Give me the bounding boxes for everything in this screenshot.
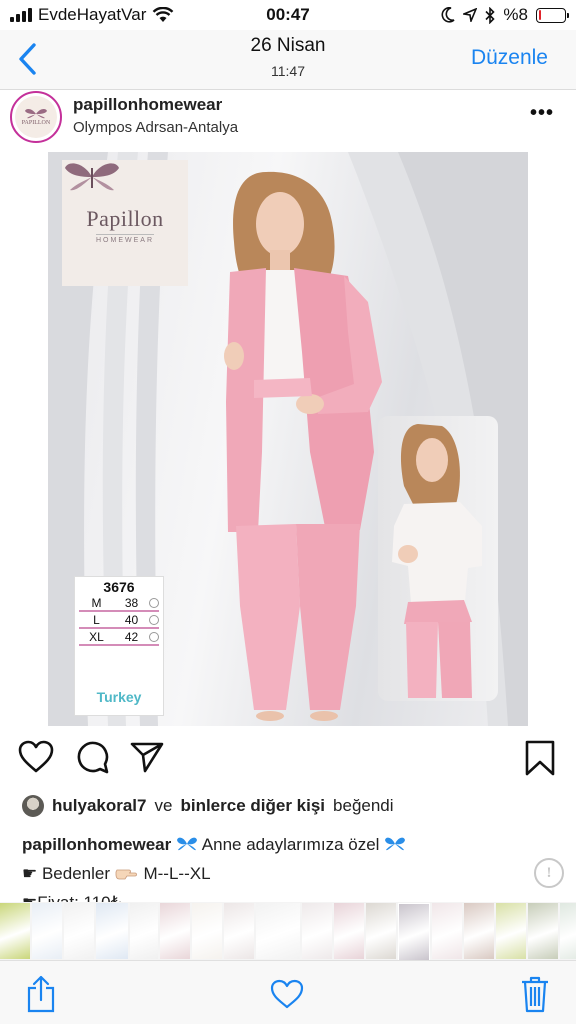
size-value: 42 (124, 629, 139, 644)
pointing-hand-emoji-icon (115, 869, 137, 880)
post-location[interactable]: Olympos Adrsan-Antalya (73, 119, 238, 136)
caption-sizes-prefix: ☛ Bedenler (22, 864, 111, 883)
info-icon[interactable]: ! (534, 858, 564, 888)
product-code: 3676 (103, 579, 135, 595)
comment-icon[interactable] (76, 740, 110, 774)
navigation-bar: 26 Nisan 11:47 Düzenle (0, 30, 576, 90)
send-icon[interactable] (130, 740, 164, 774)
post-header: PAPILLON papillonhomewear Olympos Adrsan… (0, 90, 576, 150)
inset-photo (378, 416, 498, 701)
thumbnail[interactable] (334, 903, 364, 959)
size-label: XL (89, 629, 104, 644)
thumbnail[interactable] (192, 903, 222, 959)
likes-connector: ve (154, 796, 173, 815)
thumbnail[interactable] (366, 903, 396, 959)
caption-username[interactable]: papillonhomewear (22, 835, 171, 854)
size-circle-icon (149, 597, 159, 608)
logo-brand-name: Papillon (86, 206, 164, 231)
brand-logo: Papillon HOMEWEAR (62, 160, 188, 286)
thumbnail[interactable] (96, 903, 128, 959)
size-value: 40 (124, 612, 139, 627)
bluetooth-icon (485, 6, 496, 24)
share-icon[interactable] (26, 975, 56, 1013)
liker-avatar[interactable] (22, 795, 44, 817)
size-label: L (93, 612, 100, 627)
size-row: XL 42 (79, 629, 159, 646)
post-username[interactable]: papillonhomewear (73, 95, 222, 115)
size-circle-icon (149, 614, 159, 625)
thumbnail[interactable] (224, 903, 254, 959)
butterfly-emoji-icon (176, 837, 197, 851)
thumbnail[interactable] (130, 903, 158, 959)
avatar-logo: PAPILLON (15, 96, 57, 138)
caption-line-2: ☛ Bedenler M--L--XL (22, 859, 562, 888)
likes-line: hulyakoral7 ve binlerce diğer kişi beğen… (22, 795, 394, 817)
moon-icon (441, 7, 455, 23)
butterfly-logo-icon (25, 109, 47, 119)
thumbnail[interactable] (302, 903, 332, 959)
thumbnail[interactable] (32, 903, 62, 959)
battery-percent: %8 (503, 5, 528, 24)
thumbnail[interactable] (160, 903, 190, 959)
location-arrow-icon (463, 8, 478, 22)
caption-text: Anne adaylarımıza özel (201, 835, 380, 854)
post-actions (0, 740, 576, 784)
thumbnail[interactable] (256, 903, 300, 959)
thumbnail[interactable] (398, 903, 430, 960)
size-row: L 40 (79, 612, 159, 629)
size-label: M (91, 595, 102, 610)
heart-icon[interactable] (18, 740, 54, 774)
likes-others[interactable]: binlerce diğer kişi (180, 796, 325, 816)
avatar[interactable]: PAPILLON (10, 91, 62, 143)
model-figure (224, 171, 382, 721)
country-label: Turkey (96, 689, 142, 705)
inset-model-figure (392, 424, 482, 698)
thumbnail[interactable] (496, 903, 526, 959)
size-value: 38 (124, 595, 139, 610)
more-options-icon[interactable]: ••• (530, 102, 554, 125)
caption-line-1: papillonhomewear Anne adaylarımıza özel (22, 830, 562, 859)
trash-icon[interactable] (520, 975, 550, 1013)
thumbnail-strip[interactable] (0, 902, 576, 960)
thumbnail[interactable] (432, 903, 462, 959)
status-bar: EvdeHayatVar 00:47 %8 (0, 0, 576, 30)
thumbnail[interactable] (0, 903, 30, 959)
size-circle-icon (149, 631, 159, 642)
thumbnail[interactable] (528, 903, 558, 959)
thumbnail[interactable] (464, 903, 494, 959)
liker-username[interactable]: hulyakoral7 (52, 796, 147, 816)
bottom-toolbar (0, 960, 576, 1024)
status-right: %8 (441, 5, 569, 25)
thumbnail[interactable] (560, 903, 576, 959)
logo-brand-sub: HOMEWEAR (96, 234, 154, 244)
post-photo[interactable]: Papillon HOMEWEAR 3676 M 38 L 40 XL 42 T… (48, 152, 528, 726)
caption-sizes: M--L--XL (143, 864, 211, 883)
battery-icon (536, 7, 569, 23)
butterfly-logo-icon (65, 163, 119, 191)
edit-button[interactable]: Düzenle (471, 46, 548, 70)
battery-fill (538, 10, 541, 20)
size-card: 3676 M 38 L 40 XL 42 Turkey (74, 576, 164, 716)
heart-icon[interactable] (270, 979, 304, 1009)
bookmark-icon[interactable] (524, 740, 556, 776)
thumbnail[interactable] (64, 903, 94, 959)
size-row: M 38 (79, 595, 159, 612)
likes-suffix: beğendi (333, 796, 394, 815)
butterfly-emoji-icon (385, 837, 406, 851)
avatar-brand-text: PAPILLON (21, 120, 51, 126)
